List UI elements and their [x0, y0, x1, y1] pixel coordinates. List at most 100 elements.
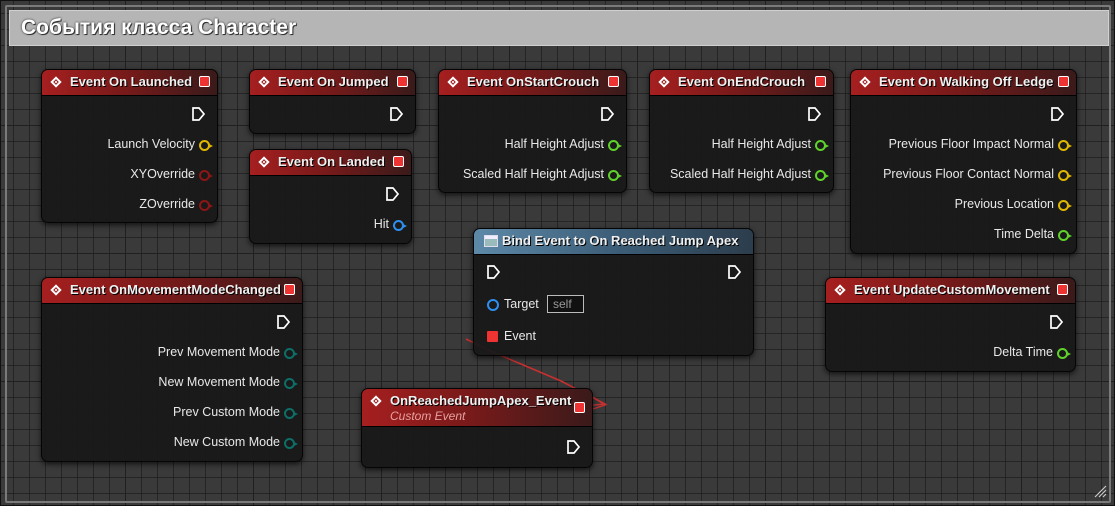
pin-label: Prev Custom Mode	[173, 405, 280, 419]
struct-pin-icon[interactable]	[487, 299, 499, 311]
delegate-pin[interactable]	[199, 76, 210, 87]
target-self-field[interactable]: self	[547, 295, 584, 313]
vector-pin-icon[interactable]	[1058, 140, 1072, 151]
node-event-on-launched[interactable]: Event On Launched Launch Velocity XYOver…	[41, 69, 218, 223]
event-icon	[370, 395, 382, 407]
delegate-pin[interactable]	[815, 76, 826, 87]
vector-pin-icon[interactable]	[1058, 200, 1072, 211]
exec-in-pin[interactable]	[486, 265, 500, 279]
blueprint-graph-canvas[interactable]: События класса Character Event On Launch…	[0, 0, 1115, 506]
node-title: Bind Event to On Reached Jump Apex	[502, 233, 739, 248]
event-icon	[859, 76, 871, 88]
node-event-on-start-crouch[interactable]: Event OnStartCrouch Half Height Adjust S…	[438, 69, 627, 193]
node-custom-event-on-reached-jump-apex[interactable]: OnReachedJumpApex_Event Custom Event	[361, 388, 593, 468]
node-header[interactable]: Event On Jumped	[250, 70, 415, 96]
exec-out-pin[interactable]	[389, 107, 403, 121]
pin-label: Scaled Half Height Adjust	[669, 167, 811, 181]
resize-grip-icon[interactable]	[1093, 484, 1107, 498]
node-title: Event UpdateCustomMovement	[854, 282, 1050, 297]
delegate-pin[interactable]	[574, 402, 585, 413]
exec-out-pin[interactable]	[1050, 107, 1064, 121]
enum-pin-icon[interactable]	[284, 378, 298, 389]
event-icon	[50, 284, 62, 296]
delegate-pin[interactable]	[1057, 284, 1068, 295]
node-title: OnReachedJumpApex_Event	[390, 393, 572, 408]
delegate-pin[interactable]	[284, 284, 295, 295]
exec-out-pin[interactable]	[566, 440, 580, 454]
float-pin-icon[interactable]	[1057, 348, 1071, 359]
delegate-pin[interactable]	[608, 76, 619, 87]
node-header[interactable]: Bind Event to On Reached Jump Apex	[474, 229, 753, 255]
float-pin-icon[interactable]	[608, 140, 622, 151]
output-pin[interactable]: Delta Time	[826, 343, 1075, 363]
exec-out-pin[interactable]	[727, 265, 741, 279]
node-header[interactable]: OnReachedJumpApex_Event Custom Event	[362, 389, 592, 427]
vector-pin-icon[interactable]	[1058, 170, 1072, 181]
event-icon	[50, 76, 62, 88]
node-header[interactable]: Event OnMovementModeChanged	[42, 278, 302, 304]
node-title: Event On Launched	[70, 74, 193, 89]
vector-pin-icon[interactable]	[199, 140, 213, 151]
pin-label: New Custom Mode	[173, 435, 280, 449]
output-pin[interactable]: Hit	[250, 215, 411, 235]
node-title: Event On Landed	[278, 154, 385, 169]
byte-pin-icon[interactable]	[284, 438, 298, 449]
output-pin[interactable]: Prev Custom Mode	[42, 403, 302, 423]
bool-pin-icon[interactable]	[199, 200, 213, 211]
float-pin-icon[interactable]	[1058, 230, 1072, 241]
output-pin[interactable]: Previous Location	[851, 195, 1076, 215]
delegate-pin-icon[interactable]	[487, 331, 498, 342]
exec-out-pin[interactable]	[807, 107, 821, 121]
output-pin[interactable]: Prev Movement Mode	[42, 343, 302, 363]
exec-out-pin[interactable]	[276, 315, 290, 329]
enum-pin-icon[interactable]	[284, 348, 298, 359]
pin-label: Scaled Half Height Adjust	[462, 167, 604, 181]
float-pin-icon[interactable]	[815, 140, 829, 151]
node-subtitle: Custom Event	[390, 409, 466, 423]
delegate-pin[interactable]	[393, 156, 404, 167]
node-header[interactable]: Event OnEndCrouch	[650, 70, 833, 96]
input-pin-target[interactable]: Target self	[474, 295, 753, 315]
output-pin[interactable]: New Movement Mode	[42, 373, 302, 393]
node-header[interactable]: Event UpdateCustomMovement	[826, 278, 1075, 304]
node-event-update-custom-movement[interactable]: Event UpdateCustomMovement Delta Time	[825, 277, 1076, 372]
node-header[interactable]: Event On Launched	[42, 70, 217, 96]
output-pin[interactable]: Previous Floor Impact Normal	[851, 135, 1076, 155]
node-event-on-end-crouch[interactable]: Event OnEndCrouch Half Height Adjust Sca…	[649, 69, 834, 193]
event-icon	[834, 284, 846, 296]
output-pin[interactable]: Launch Velocity	[42, 135, 217, 155]
node-header[interactable]: Event On Walking Off Ledge	[851, 70, 1076, 96]
output-pin[interactable]: Half Height Adjust	[439, 135, 626, 155]
node-event-on-movement-mode-changed[interactable]: Event OnMovementModeChanged Prev Movemen…	[41, 277, 303, 462]
bool-pin-icon[interactable]	[199, 170, 213, 181]
output-pin[interactable]: Scaled Half Height Adjust	[650, 165, 833, 185]
node-event-on-landed[interactable]: Event On Landed Hit	[249, 149, 412, 244]
float-pin-icon[interactable]	[608, 170, 622, 181]
exec-out-pin[interactable]	[191, 107, 205, 121]
node-event-on-jumped[interactable]: Event On Jumped	[249, 69, 416, 134]
node-title: Event OnStartCrouch	[467, 74, 600, 89]
output-pin[interactable]: Scaled Half Height Adjust	[439, 165, 626, 185]
node-event-on-walking-off-ledge[interactable]: Event On Walking Off Ledge Previous Floo…	[850, 69, 1077, 254]
node-header[interactable]: Event On Landed	[250, 150, 411, 176]
pin-label: XYOverride	[130, 167, 195, 181]
node-bind-event-on-reached-jump-apex[interactable]: Bind Event to On Reached Jump Apex Targe…	[473, 228, 754, 356]
output-pin[interactable]: New Custom Mode	[42, 433, 302, 453]
delegate-pin[interactable]	[1058, 76, 1069, 87]
delegate-pin[interactable]	[397, 76, 408, 87]
input-pin-event[interactable]: Event	[474, 327, 753, 347]
byte-pin-icon[interactable]	[284, 408, 298, 419]
exec-out-pin[interactable]	[1049, 315, 1063, 329]
output-pin[interactable]: Time Delta	[851, 225, 1076, 245]
node-title: Event On Jumped	[278, 74, 389, 89]
exec-out-pin[interactable]	[600, 107, 614, 121]
node-header[interactable]: Event OnStartCrouch	[439, 70, 626, 96]
pin-label: Target	[504, 297, 539, 311]
output-pin[interactable]: Half Height Adjust	[650, 135, 833, 155]
exec-out-pin[interactable]	[385, 187, 399, 201]
output-pin[interactable]: Previous Floor Contact Normal	[851, 165, 1076, 185]
struct-pin-icon[interactable]	[393, 220, 407, 231]
output-pin[interactable]: XYOverride	[42, 165, 217, 185]
output-pin[interactable]: ZOverride	[42, 195, 217, 215]
float-pin-icon[interactable]	[815, 170, 829, 181]
